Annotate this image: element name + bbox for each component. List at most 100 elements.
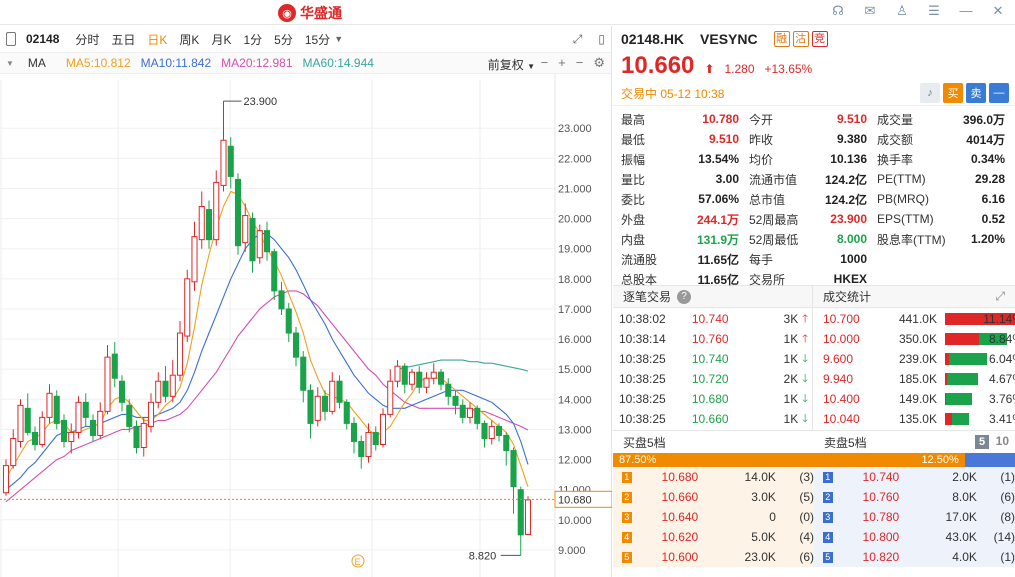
quote-actions: ♪ 买 卖 — xyxy=(920,83,1009,103)
chart-stock-code: 02148 xyxy=(26,32,60,46)
candle-body xyxy=(321,395,329,412)
bid-row[interactable]: 5 10.600 23.0K (6) xyxy=(613,547,814,567)
period-dropdown-icon[interactable]: ▼ xyxy=(334,34,343,44)
y-tick-label: 19.000 xyxy=(558,244,592,256)
y-tick-label: 14.000 xyxy=(558,394,592,406)
menu-icon[interactable]: ☰ xyxy=(925,3,943,19)
bid-row[interactable]: 3 10.640 0 (0) xyxy=(613,507,814,527)
ask-row[interactable]: 5 10.820 4.0K (1) xyxy=(814,547,1015,567)
ask-row[interactable]: 3 10.780 17.0K (8) xyxy=(814,507,1015,527)
candlestick-chart[interactable]: 23.000 22.000 21.000 20.000 19.000 18.000 17.0… xyxy=(0,74,612,577)
period-tab-5day[interactable]: 五日 xyxy=(105,31,141,48)
period-tab-1min[interactable]: 1分 xyxy=(237,31,268,48)
dist-price: 10.040 xyxy=(823,412,860,426)
period-tab-daily[interactable]: 日K xyxy=(141,31,173,48)
tick-row: 10:38:25 10.740 1K 🡓 xyxy=(613,349,812,369)
tick-list[interactable]: 10:38:02 10.740 3K 🡑 10:38:14 10.760 1K 🡑 10:38:… xyxy=(613,308,813,430)
help-icon[interactable]: ? xyxy=(677,289,692,304)
stat-label: 外盘 xyxy=(621,212,646,227)
tick-price: 10.740 xyxy=(691,352,729,366)
period-tab-15min[interactable]: 15分 xyxy=(299,31,336,48)
candle-body xyxy=(249,218,256,262)
stock-tags: 融 沽 竞 xyxy=(773,31,828,47)
close-icon[interactable]: ✕ xyxy=(989,3,1007,19)
tick-price: 10.680 xyxy=(691,392,729,406)
candle-body xyxy=(459,404,466,418)
candle-body xyxy=(133,425,140,449)
ticks-header: 逐笔交易 ? xyxy=(613,286,813,308)
collapse-icon[interactable] xyxy=(6,32,16,46)
dist-pct: 3.41% xyxy=(988,412,1015,426)
bid-row[interactable]: 1 10.680 14.0K (3) xyxy=(613,467,814,487)
ma-label[interactable]: MA xyxy=(28,56,46,70)
stat-value: 9.380 xyxy=(836,132,867,146)
expand-icon[interactable]: ⤢ xyxy=(573,32,583,47)
ask-book[interactable]: 1 10.740 2.0K (1) 2 10.760 8.0K (6) 3 10.780 17.0K… xyxy=(814,467,1015,567)
level-badge: 4 xyxy=(823,531,833,543)
tag-auction[interactable]: 竞 xyxy=(811,31,828,47)
arrow-up-icon: 🡑 xyxy=(802,312,808,325)
ma10-value: MA10:11.842 xyxy=(140,56,212,70)
volume-distribution[interactable]: 10.700 441.0K 11.14% 10.000 350.0K 8.84% 9.600… xyxy=(813,308,1015,430)
gear-icon[interactable]: ⚙ xyxy=(593,55,605,71)
tick-price: 10.720 xyxy=(691,372,729,386)
more-menu-button[interactable]: — xyxy=(989,83,1009,103)
period-tab-intraday[interactable]: 分时 xyxy=(69,31,105,48)
stat-cell: 成交量 396.0万 xyxy=(877,109,1005,129)
dist-volume: 441.0K xyxy=(898,312,937,326)
dist-bar: 11.14% xyxy=(945,312,1015,326)
candle-body xyxy=(307,389,314,424)
fold-icon[interactable]: − xyxy=(576,55,584,71)
minimize-icon[interactable]: — xyxy=(957,3,975,19)
period-tab-5min[interactable]: 5分 xyxy=(268,31,299,48)
arrow-up-icon: 🡑 xyxy=(802,332,808,345)
mail-icon[interactable]: ✉ xyxy=(861,3,879,19)
stat-label: 交易所 xyxy=(749,272,786,287)
candle-body xyxy=(39,416,46,445)
price-change-pct: +13.65% xyxy=(764,62,813,76)
stat-cell: 换手率 0.34% xyxy=(877,149,1005,169)
candle-body xyxy=(60,419,68,442)
stat-cell: EPS(TTM) 0.52 xyxy=(877,209,1005,229)
sell-button[interactable]: 卖 xyxy=(966,83,986,103)
bid-book[interactable]: 1 10.680 14.0K (3) 2 10.660 3.0K (5) 3 10.640 0 (0)… xyxy=(613,467,814,567)
level-badge: 2 xyxy=(823,491,833,503)
buy-button[interactable]: 买 xyxy=(943,83,963,103)
adjust-dropdown[interactable]: 前复权 ▼ xyxy=(488,56,535,73)
candle-body xyxy=(437,371,445,385)
order-volume: 17.0K xyxy=(945,510,977,524)
period-tab-weekly[interactable]: 周K xyxy=(173,31,205,48)
candle-body xyxy=(68,431,75,442)
bid-row[interactable]: 2 10.660 3.0K (5) xyxy=(613,487,814,507)
bid-row[interactable]: 4 10.620 5.0K (4) xyxy=(613,527,814,547)
order-volume: 5.0K xyxy=(751,530,776,544)
ask-row[interactable]: 2 10.760 8.0K (6) xyxy=(814,487,1015,507)
order-price: 10.800 xyxy=(862,530,900,544)
stat-value: 13.54% xyxy=(698,152,739,166)
ask-row[interactable]: 4 10.800 43.0K (14) xyxy=(814,527,1015,547)
shirt-icon[interactable]: ♙ xyxy=(893,3,911,19)
candle-body xyxy=(198,206,205,241)
headset-icon[interactable]: ☊ xyxy=(829,3,847,19)
period-tab-monthly[interactable]: 月K xyxy=(205,31,237,48)
level-badge: 1 xyxy=(622,471,632,483)
depth-5-toggle[interactable]: 5 xyxy=(975,435,989,449)
panel-toggle-icon[interactable]: ▯ xyxy=(598,32,605,47)
tag-margin[interactable]: 融 xyxy=(773,31,790,47)
zoom-out-icon[interactable]: − xyxy=(541,55,549,71)
tag-short[interactable]: 沽 xyxy=(792,31,809,47)
ma-collapse-icon[interactable]: ▼ xyxy=(6,59,14,68)
order-volume: 8.0K xyxy=(952,490,977,504)
order-count: (1) xyxy=(1000,550,1015,564)
candle-body xyxy=(191,236,198,283)
stat-label: 昨收 xyxy=(749,132,774,147)
expand-stats-icon[interactable]: ⤢ xyxy=(995,289,1005,304)
orderbook-header: 买盘5档 卖盘5档 5 10 xyxy=(613,431,1015,453)
alert-bell-icon[interactable]: ♪ xyxy=(920,83,940,103)
zoom-in-icon[interactable]: + xyxy=(558,55,566,71)
ask-row[interactable]: 1 10.740 2.0K (1) xyxy=(814,467,1015,487)
chevron-down-icon: ▼ xyxy=(527,62,535,71)
depth-10-toggle[interactable]: 10 xyxy=(996,434,1009,448)
price-change: 1.280 xyxy=(724,62,755,76)
stats-grid: 最高 10.780 今开 9.510 成交量 396.0万 最低 9.510 昨收 9.380 成交… xyxy=(613,106,1015,287)
